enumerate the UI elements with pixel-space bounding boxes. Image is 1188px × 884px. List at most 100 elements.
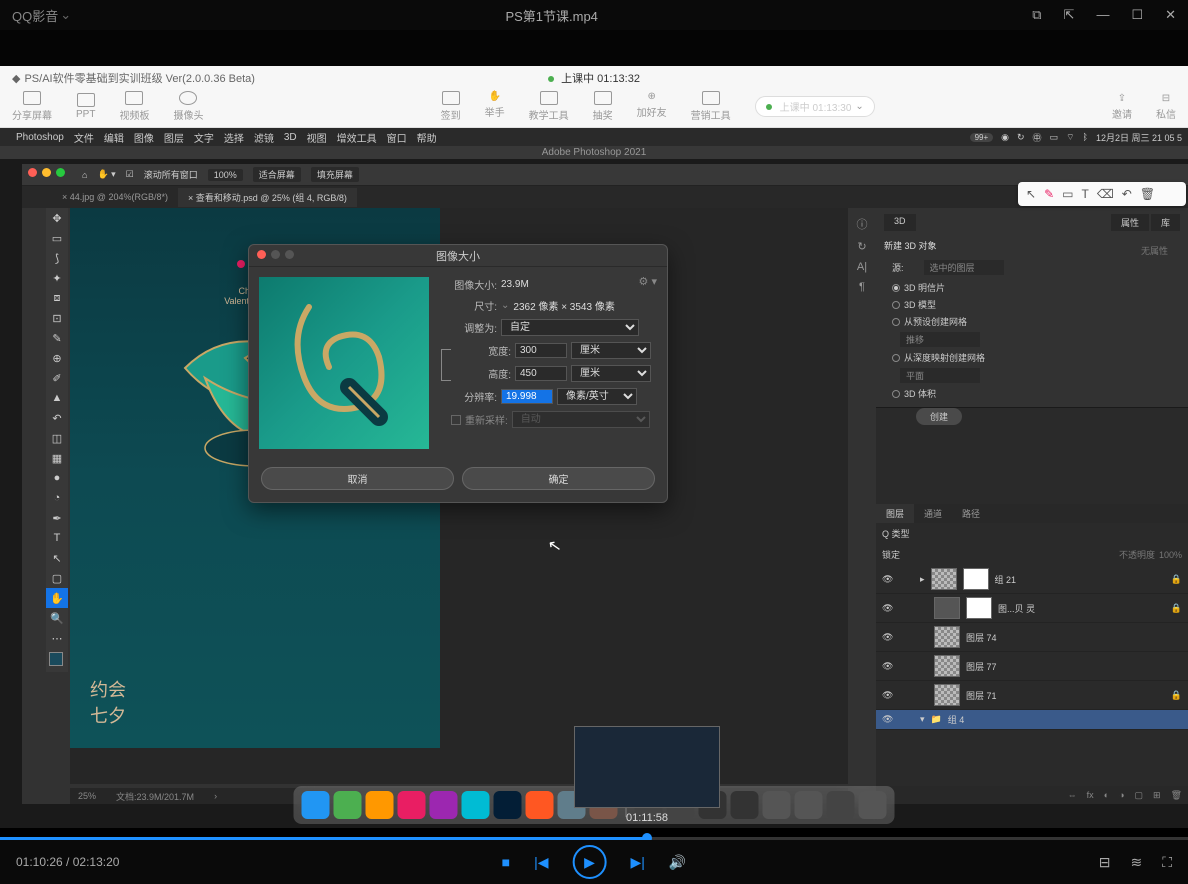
lock-icon[interactable]: 🔒: [1171, 603, 1182, 614]
lasso-tool[interactable]: ⟆: [46, 248, 68, 268]
dock-app[interactable]: [334, 791, 362, 819]
dock-app[interactable]: [430, 791, 458, 819]
menu-window[interactable]: 窗口: [387, 130, 407, 145]
radio-depth[interactable]: [892, 354, 900, 362]
battery-icon[interactable]: ▭: [1050, 132, 1059, 143]
move-tool[interactable]: ✥: [46, 208, 68, 228]
radio-preset[interactable]: [892, 318, 900, 326]
layer-thumb[interactable]: [934, 597, 960, 619]
input-icon[interactable]: ㊥: [1033, 131, 1042, 144]
lock-icon[interactable]: 🔒: [1171, 690, 1182, 701]
dock-app[interactable]: [526, 791, 554, 819]
datetime[interactable]: 12月2日 周三 21 05 5: [1096, 131, 1182, 144]
layer-row[interactable]: 👁图...贝 灵🔒: [876, 594, 1188, 623]
ontop-icon[interactable]: ⇱: [1064, 7, 1075, 23]
dialog-close-light[interactable]: [257, 250, 266, 259]
min-light[interactable]: [42, 168, 51, 177]
layer-thumb[interactable]: [931, 568, 957, 590]
crop-tool[interactable]: ⧈: [46, 288, 68, 308]
doc-tab-2[interactable]: × 查看和移动.psd @ 25% (组 4, RGB/8): [178, 188, 357, 207]
add-friend-button[interactable]: ⊕加好友: [637, 91, 667, 122]
resample-checkbox[interactable]: [451, 415, 461, 425]
zoom-100-button[interactable]: 100%: [208, 169, 243, 181]
fit-screen-button[interactable]: 适合屏幕: [253, 167, 301, 182]
menu-type[interactable]: 文字: [194, 130, 214, 145]
dodge-tool[interactable]: ◔: [46, 488, 68, 508]
source-select[interactable]: 选中的图层: [924, 260, 1004, 275]
fullscreen-button[interactable]: ⛶: [1162, 854, 1172, 871]
heal-tool[interactable]: ⊕: [46, 348, 68, 368]
sync-icon[interactable]: ↻: [1017, 132, 1025, 143]
dock-photoshop[interactable]: [494, 791, 522, 819]
pen-tool[interactable]: ✒: [46, 508, 68, 528]
fx-icon[interactable]: fx: [1087, 790, 1094, 800]
wifi-icon[interactable]: ⌔: [1066, 132, 1074, 143]
max-light[interactable]: [56, 168, 65, 177]
chevron-icon[interactable]: ›: [214, 791, 217, 801]
hand-tool-icon[interactable]: ✋ ▾: [97, 169, 115, 180]
type-tool[interactable]: T: [46, 528, 68, 548]
menu-plugins[interactable]: 增效工具: [337, 130, 377, 145]
tab-channels[interactable]: 通道: [914, 504, 952, 523]
layer-thumb[interactable]: [934, 684, 960, 706]
minimize-button[interactable]: —: [1096, 7, 1109, 23]
tab-lib[interactable]: 库: [1151, 214, 1180, 231]
camera-button[interactable]: 摄像头: [173, 91, 203, 122]
link-dimensions-icon[interactable]: [441, 349, 451, 381]
ok-button[interactable]: 确定: [462, 467, 655, 490]
menu-help[interactable]: 帮助: [417, 130, 437, 145]
menu-file[interactable]: 文件: [74, 130, 94, 145]
color-swatch[interactable]: [49, 652, 65, 668]
brush-tool[interactable]: ✐: [46, 368, 68, 388]
radio-volume[interactable]: [892, 390, 900, 398]
teach-tools-button[interactable]: 教学工具: [529, 91, 569, 122]
marketing-button[interactable]: 营销工具: [691, 91, 731, 122]
blur-tool[interactable]: ●: [46, 468, 68, 488]
message-button[interactable]: ⊟私信: [1156, 93, 1176, 121]
cc-icon[interactable]: ◉: [1001, 132, 1009, 143]
menu-edit[interactable]: 编辑: [104, 130, 124, 145]
marquee-tool[interactable]: ▭: [46, 228, 68, 248]
text-icon[interactable]: T: [1081, 187, 1088, 201]
raise-hand-button[interactable]: ✋举手: [485, 91, 505, 122]
dock-app[interactable]: [398, 791, 426, 819]
stamp-tool[interactable]: ▲: [46, 388, 68, 408]
share-screen-button[interactable]: 分享屏幕: [12, 91, 52, 122]
menu-3d[interactable]: 3D: [284, 132, 297, 143]
history-icon[interactable]: ↻: [857, 240, 866, 253]
preset-select-1[interactable]: 推移: [900, 332, 980, 347]
fit-to-select[interactable]: 自定: [501, 319, 639, 336]
layer-row[interactable]: 👁▸组 21🔒: [876, 565, 1188, 594]
eye-icon[interactable]: 👁: [882, 690, 894, 701]
tab-props[interactable]: 属性: [1111, 214, 1149, 231]
eye-icon[interactable]: 👁: [882, 714, 894, 725]
path-tool[interactable]: ↖: [46, 548, 68, 568]
width-unit-select[interactable]: 厘米: [571, 342, 651, 359]
player-app-name[interactable]: QQ影音: [12, 6, 58, 25]
scroll-checkbox[interactable]: ☑: [126, 169, 134, 180]
layer-row[interactable]: 👁图层 77: [876, 652, 1188, 681]
eye-icon[interactable]: 👁: [882, 632, 894, 643]
layer-thumb[interactable]: [934, 626, 960, 648]
trash-icon[interactable]: 🗑: [1140, 187, 1155, 201]
rect-icon[interactable]: ▭: [1062, 187, 1073, 201]
volume-button[interactable]: 🔊: [669, 854, 686, 871]
history-brush-tool[interactable]: ↶: [46, 408, 68, 428]
dock-app[interactable]: [302, 791, 330, 819]
stop-button[interactable]: ■: [502, 854, 510, 870]
tab-paths[interactable]: 路径: [952, 504, 990, 523]
chevron-icon[interactable]: ▸: [920, 574, 925, 585]
link-icon[interactable]: ⇔: [1068, 790, 1077, 800]
next-button[interactable]: ▶|: [631, 854, 645, 871]
subtitle-button[interactable]: ⊟: [1099, 854, 1111, 871]
layer-row[interactable]: 👁图层 71🔒: [876, 681, 1188, 710]
chevron-icon[interactable]: ▾: [920, 714, 925, 725]
eraser-tool[interactable]: ◫: [46, 428, 68, 448]
gear-icon[interactable]: ⚙ ▾: [639, 275, 657, 288]
tab-3d[interactable]: 3D: [884, 214, 916, 231]
home-icon[interactable]: ⌂: [82, 170, 87, 180]
pointer-icon[interactable]: ↖: [1026, 187, 1036, 201]
layer-row[interactable]: 👁▾📁组 4: [876, 710, 1188, 730]
mask-thumb[interactable]: [963, 568, 989, 590]
fill-screen-button[interactable]: 填充屏幕: [311, 167, 359, 182]
